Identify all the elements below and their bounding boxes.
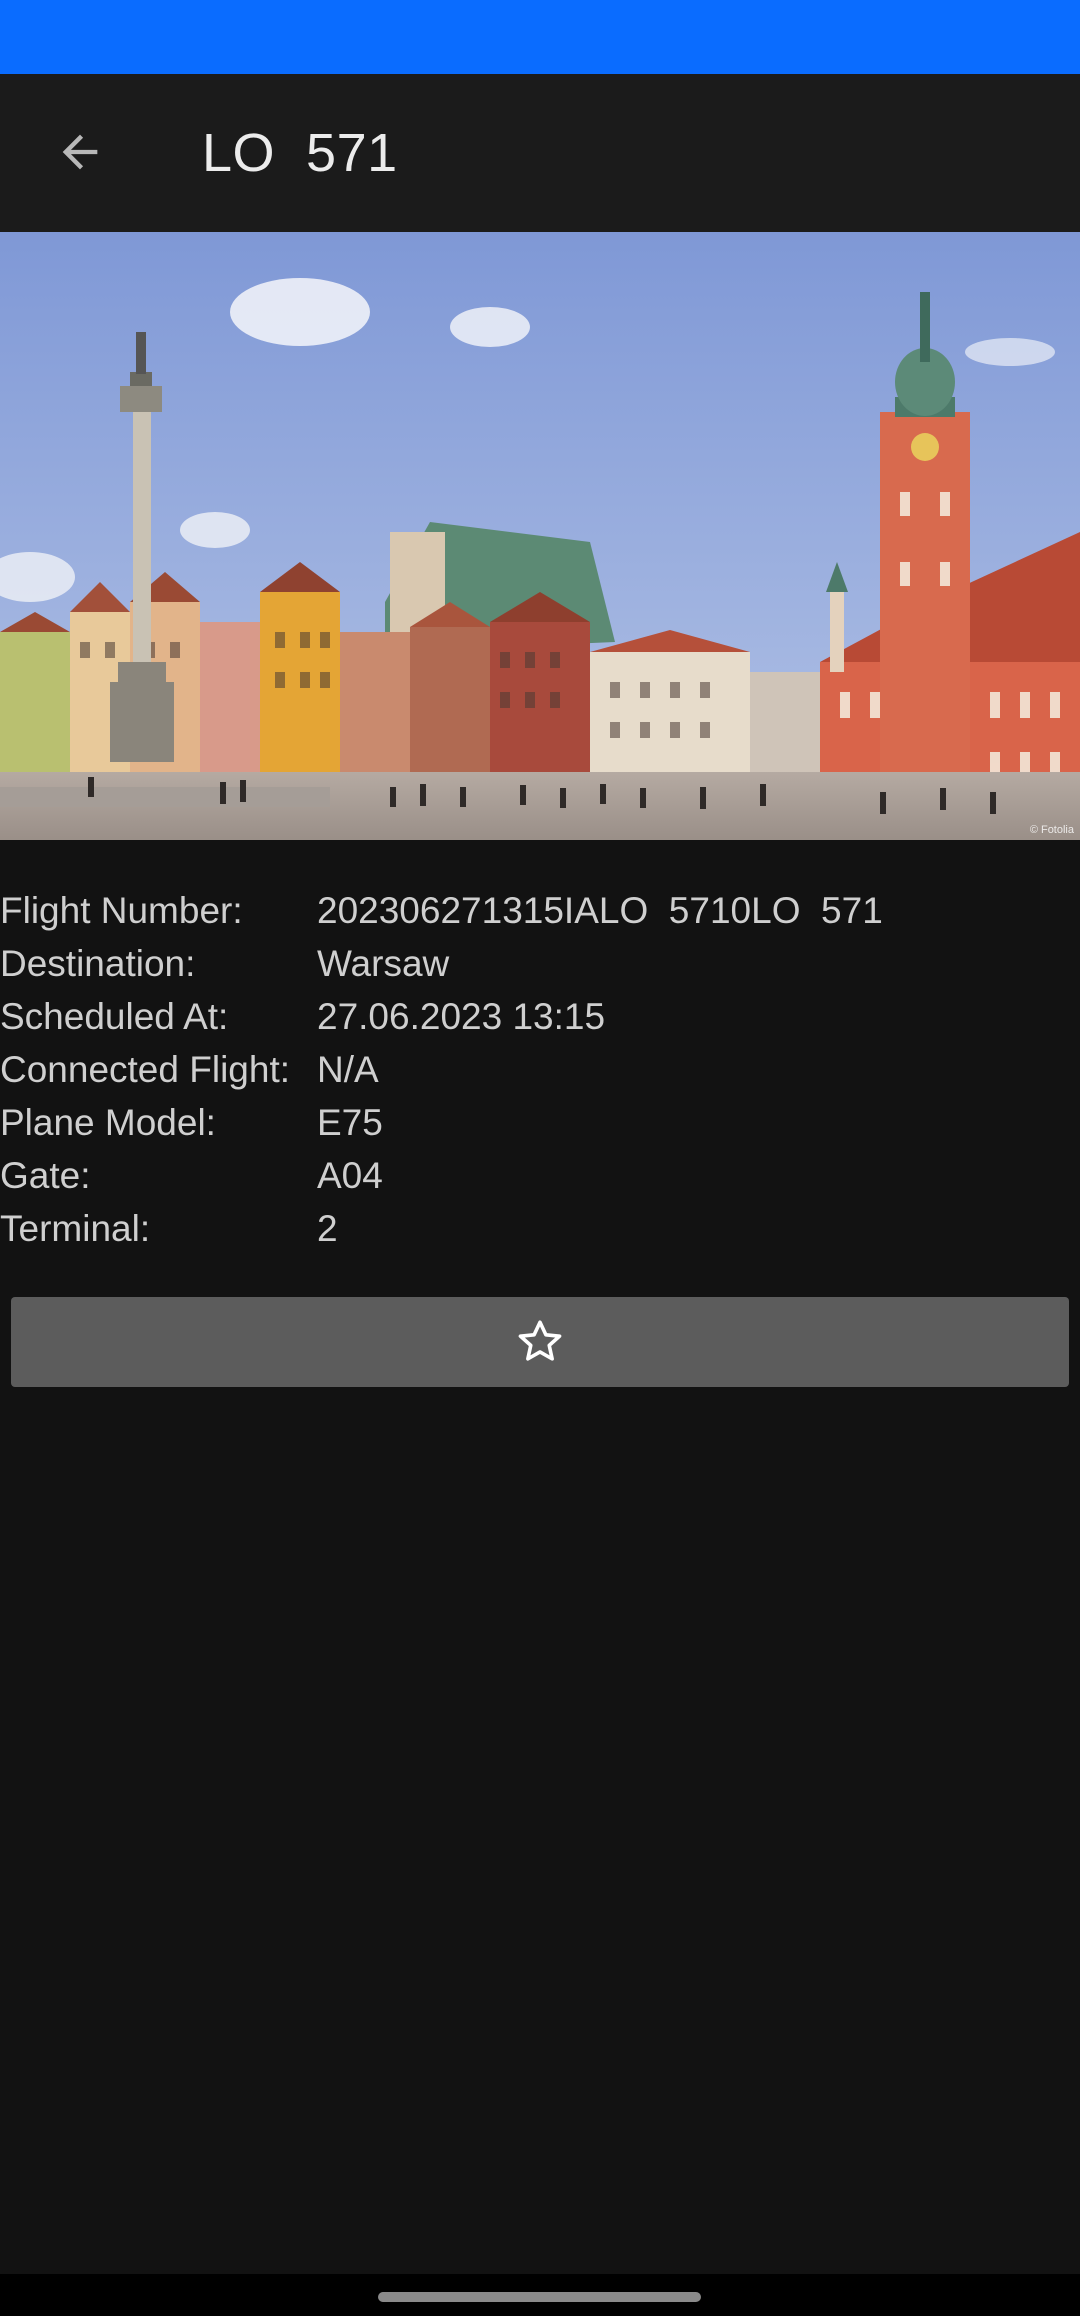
detail-label: Terminal: [0,1207,151,1249]
detail-row-plane-model: Plane Model: E75 [0,1096,1080,1149]
arrow-back-icon [62,134,98,170]
detail-label: Scheduled At: [0,995,229,1037]
destination-photo: © Fotolia [0,232,1080,840]
detail-row-scheduled-at: Scheduled At: 27.06.2023 13:15 [0,990,1080,1043]
detail-row-destination: Destination: Warsaw [0,937,1080,990]
status-bar [0,0,1080,74]
detail-row-connected-flight: Connected Flight: N/A [0,1043,1080,1096]
navigation-bar [0,2274,1080,2316]
detail-value: A04 [317,1154,383,1196]
photo-credit: © Fotolia [1029,824,1074,836]
detail-value: 202306271315IALO 5710LO 571 [317,889,883,931]
home-handle[interactable] [378,2292,701,2302]
detail-label: Connected Flight: [0,1048,291,1090]
detail-label: Flight Number: [0,889,243,931]
back-button[interactable] [40,112,120,192]
page-title: LO 571 [202,123,398,183]
detail-value: N/A [317,1048,379,1090]
detail-label: Gate: [0,1154,91,1196]
detail-label: Destination: [0,942,196,984]
star-outline-icon [518,1320,562,1361]
favorite-button[interactable] [11,1297,1069,1387]
detail-label: Plane Model: [0,1101,216,1143]
detail-value: Warsaw [317,942,450,984]
app-bar: LO 571 [0,74,1080,232]
flight-details: Flight Number: 202306271315IALO 5710LO 5… [0,884,1080,1255]
detail-row-terminal: Terminal: 2 [0,1202,1080,1255]
detail-value: 2 [317,1207,338,1249]
detail-row-gate: Gate: A04 [0,1149,1080,1202]
detail-row-flight-number: Flight Number: 202306271315IALO 5710LO 5… [0,884,1080,937]
detail-value: E75 [317,1101,383,1143]
detail-value: 27.06.2023 13:15 [317,995,606,1037]
